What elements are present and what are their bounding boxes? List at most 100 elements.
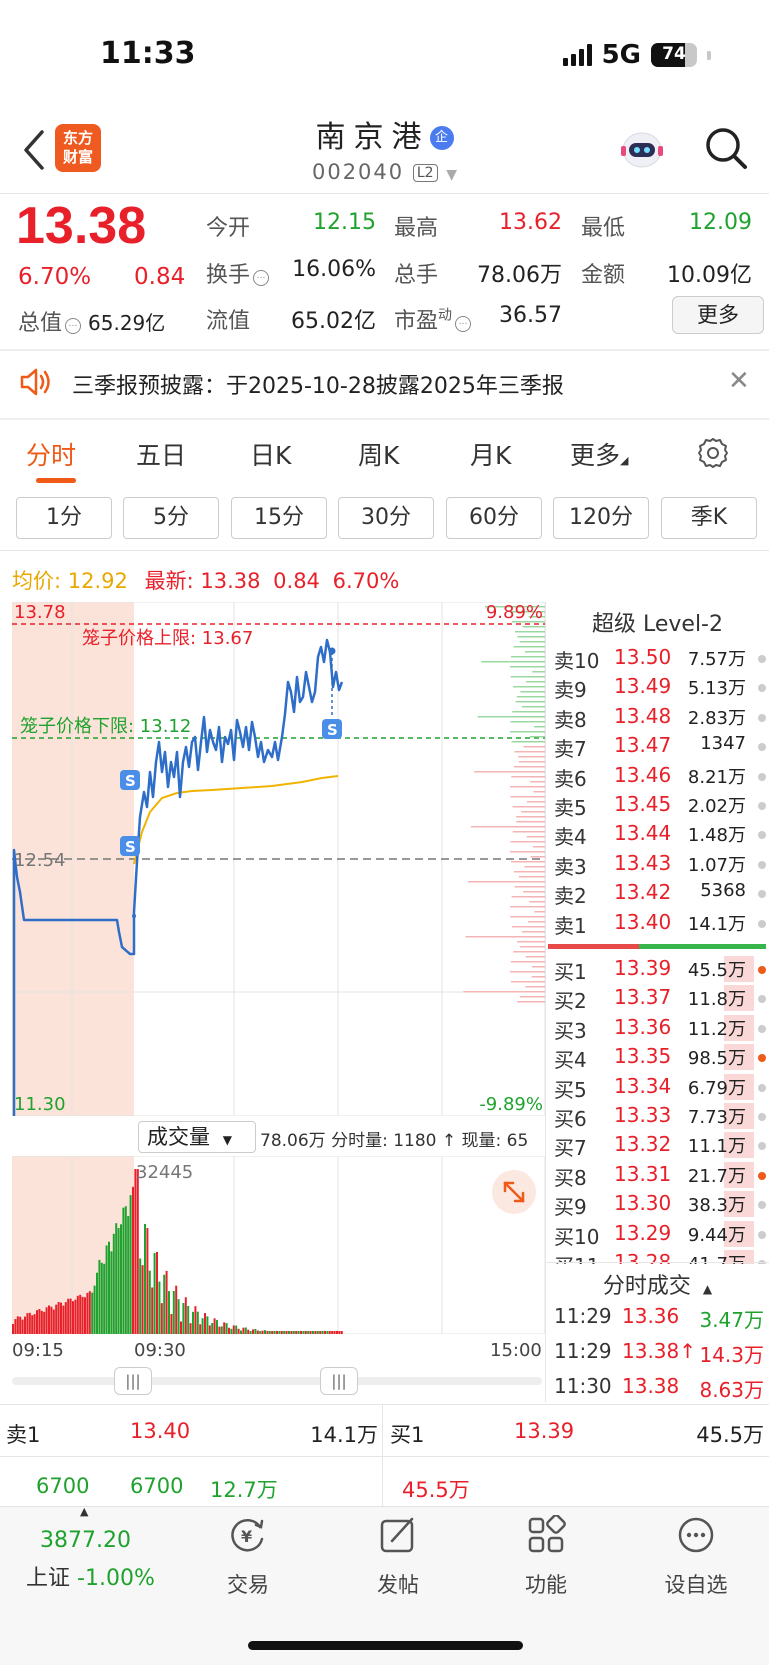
status-dot	[758, 831, 766, 840]
ask-row[interactable]: 卖4 13.44 1.48万	[554, 821, 768, 850]
tab-five-day[interactable]: 五日	[136, 436, 186, 472]
ask-row[interactable]: 卖9 13.49 5.13万	[554, 674, 768, 703]
depth-bar	[510, 841, 545, 843]
subtab-quarter-k[interactable]: 季K	[661, 497, 757, 539]
bid-price: 13.39	[614, 956, 672, 980]
volume-bar	[331, 1331, 334, 1334]
tab-monthly-k[interactable]: 月K	[470, 436, 511, 472]
ask-row[interactable]: 卖7 13.47 1347	[554, 733, 768, 762]
volume-bar	[84, 1297, 86, 1334]
grid-icon	[528, 1514, 566, 1553]
index-row[interactable]: 上证 -1.00%	[26, 1560, 155, 1592]
depth-bar	[510, 916, 545, 918]
info-icon[interactable]: …	[253, 270, 270, 286]
intraday-price-chart[interactable]: S S S 13.78 12.54 11.30 9.89% -9.89% 笼子价…	[12, 602, 545, 1116]
nav-function[interactable]: 功能	[486, 1514, 606, 1599]
subtab-15min[interactable]: 15分	[231, 497, 327, 539]
divider	[0, 1456, 769, 1457]
bid-row[interactable]: 买1 13.39 45.5万	[554, 956, 768, 985]
ask-row[interactable]: 卖1 13.40 14.1万	[554, 910, 768, 939]
tick-title-text: 分时成交	[602, 1274, 691, 1299]
bid-row[interactable]: 买3 13.36 11.2万	[554, 1014, 768, 1044]
subtab-5min[interactable]: 5分	[123, 497, 219, 539]
volume-bar	[230, 1328, 233, 1334]
ask-row[interactable]: 卖8 13.48 2.83万	[554, 704, 768, 733]
bid-row[interactable]: 买4 13.35 98.5万	[554, 1044, 768, 1073]
close-icon[interactable]: ✕	[728, 366, 750, 396]
tick-title[interactable]: 分时成交 ▲	[546, 1268, 769, 1300]
volume-bar	[45, 1307, 48, 1334]
volume-bar	[283, 1331, 286, 1334]
bid-row[interactable]: 买9 13.30 38.3万	[554, 1191, 768, 1220]
home-indicator[interactable]	[248, 1641, 523, 1650]
volume-selector[interactable]: 成交量 ▼	[138, 1121, 256, 1153]
info-icon[interactable]: …	[65, 318, 82, 334]
ask-volume: 1347	[700, 733, 746, 755]
bid-row[interactable]: 买5 13.34 6.79万	[554, 1073, 768, 1103]
divider	[0, 193, 769, 194]
bottom-buy-vol: 45.5万	[696, 1423, 764, 1447]
depth-bar	[525, 651, 545, 653]
search-icon[interactable]	[702, 124, 750, 172]
volume-bar	[127, 1216, 130, 1334]
ask-row[interactable]: 卖6 13.46 8.21万	[554, 763, 768, 792]
amount-value: 10.09亿	[667, 263, 752, 288]
subtab-30min[interactable]: 30分	[338, 497, 434, 539]
chart-mid-price: 12.54	[14, 850, 66, 871]
volume-bar	[148, 1270, 151, 1334]
subtab-60min[interactable]: 60分	[446, 497, 542, 539]
nav-post[interactable]: 发帖	[338, 1515, 458, 1599]
ask-price: 13.43	[614, 850, 672, 875]
volume-bar	[110, 1251, 113, 1334]
ask-volume: 5.13万	[687, 678, 746, 700]
ask-row[interactable]: 卖2 13.42 5368	[554, 880, 768, 909]
volume-bar	[48, 1305, 50, 1334]
depth-bar	[510, 656, 545, 658]
more-button[interactable]: 更多	[672, 296, 764, 334]
info-icon[interactable]: …	[455, 316, 472, 332]
volume-bar	[168, 1291, 170, 1334]
bid-row[interactable]: 买10 13.29 9.44万	[554, 1220, 768, 1250]
depth-bar	[511, 861, 545, 863]
sell-queue-3: 12.7万	[210, 1478, 278, 1502]
tab-more[interactable]: 更多◢	[570, 436, 628, 472]
range-handle-left[interactable]: |||	[114, 1367, 152, 1395]
volume-bar	[69, 1298, 72, 1334]
volume-bar	[285, 1331, 288, 1334]
volume-bar	[295, 1331, 298, 1334]
index-value[interactable]: 3877.20	[40, 1528, 131, 1553]
bid-level: 买9	[554, 1195, 587, 1220]
nav-trade[interactable]: ¥ 交易	[188, 1515, 308, 1599]
bid-row[interactable]: 买7 13.32 11.1万	[554, 1132, 768, 1161]
bid-row[interactable]: 买6 13.33 7.73万	[554, 1103, 768, 1132]
level2-title[interactable]: 超级 Level-2	[546, 606, 769, 638]
volume-chart[interactable]: 32445	[12, 1156, 545, 1334]
subtab-120min[interactable]: 120分	[553, 497, 649, 539]
volume-bar	[163, 1274, 166, 1334]
nav-watchlist[interactable]: 设自选	[636, 1515, 756, 1599]
volume-value: 78.06万	[477, 263, 562, 288]
bid-level: 买2	[554, 989, 587, 1014]
bid-row[interactable]: 买8 13.31 21.7万	[554, 1161, 768, 1191]
tab-daily-k[interactable]: 日K	[250, 436, 291, 472]
bid-row[interactable]: 买2 13.37 11.8万	[554, 985, 768, 1014]
ask-row[interactable]: 卖10 13.50 7.57万	[554, 645, 768, 674]
trade-icon-glyph: ¥	[241, 1527, 252, 1546]
tab-weekly-k[interactable]: 周K	[358, 436, 399, 472]
volume-bar	[271, 1331, 274, 1334]
tab-intraday[interactable]: 分时	[26, 436, 76, 472]
ask-row[interactable]: 卖5 13.45 2.02万	[554, 792, 768, 821]
ask-volume: 7.57万	[687, 649, 746, 670]
bottom-buy-label: 买1	[390, 1423, 425, 1447]
subtab-1min[interactable]: 1分	[16, 497, 112, 539]
ask-row[interactable]: 卖3 13.43 1.07万	[554, 851, 768, 880]
robot-assistant-icon[interactable]	[618, 128, 666, 172]
volume-bar	[264, 1330, 266, 1334]
gear-icon[interactable]	[696, 436, 730, 470]
range-handle-right[interactable]: |||	[320, 1367, 358, 1395]
ask-price: 13.48	[614, 703, 672, 728]
pe-label-text: 市盈	[394, 309, 439, 334]
notice-text[interactable]: 三季报预披露：于2025-10-28披露2025年三季报	[72, 368, 564, 400]
tick-price: 13.38↑	[622, 1339, 697, 1363]
depth-bar	[534, 911, 545, 913]
